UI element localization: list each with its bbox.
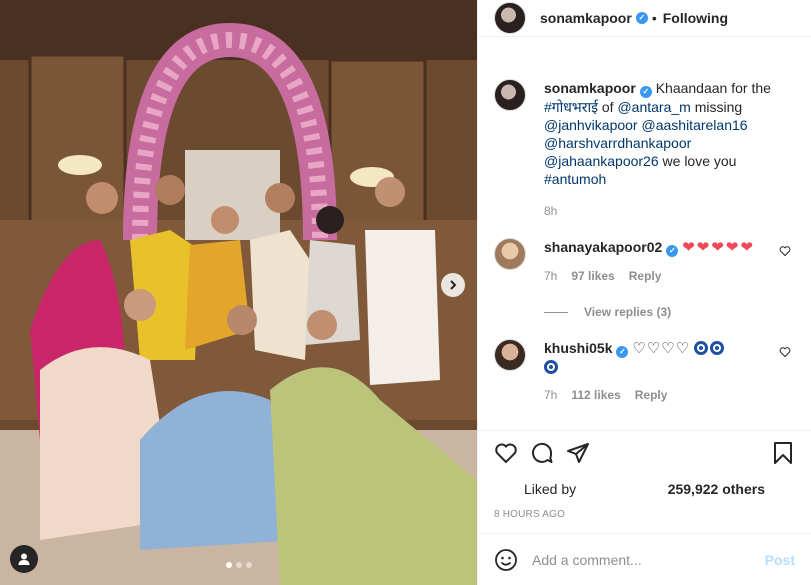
likes-summary: Liked by 259,922 others (494, 481, 795, 497)
post-header: sonamkapoor ✓ • Following (478, 0, 811, 37)
following-button[interactable]: Following (663, 10, 728, 26)
replies-line (544, 311, 568, 313)
carousel-dot (245, 562, 252, 568)
verified-badge-icon: ✓ (666, 245, 679, 257)
mention-link[interactable]: @antara_m (617, 99, 690, 115)
like-icon (779, 246, 791, 257)
caption-text: we love you (662, 153, 737, 169)
next-slide-button[interactable] (441, 273, 465, 297)
hashtag-link[interactable]: #गोधभराई (544, 99, 598, 115)
caption-username[interactable]: sonamkapoor (544, 80, 636, 96)
comment-time[interactable]: 7h (544, 386, 557, 404)
comment-body: khushi05k ✓ ♡♡♡♡ 7h 112 likes Reply (544, 339, 774, 404)
caption-avatar[interactable] (494, 79, 526, 111)
mention-link[interactable]: @aashitarelan16 (642, 117, 748, 133)
view-replies-label: View replies (3) (584, 305, 672, 319)
action-icons (494, 441, 795, 465)
save-button[interactable] (771, 441, 795, 465)
reply-button[interactable]: Reply (635, 386, 668, 404)
mention-link[interactable]: @janhvikapoor (544, 117, 638, 133)
comment-likes[interactable]: 112 likes (571, 386, 620, 404)
caption: sonamkapoor ✓ Khaandaan for the #गोधभराई … (494, 79, 795, 220)
like-icon (495, 443, 517, 464)
hashtag-link[interactable]: #antumoh (544, 171, 606, 187)
comment-text: ❤❤❤❤❤ (682, 239, 756, 256)
caption-body: sonamkapoor ✓ Khaandaan for the #गोधभराई … (544, 79, 771, 220)
comment-composer: Post (478, 533, 811, 585)
view-replies-button[interactable]: View replies (3) (544, 303, 774, 321)
author-username[interactable]: sonamkapoor (540, 10, 632, 26)
reply-button[interactable]: Reply (629, 267, 662, 285)
comment-like-button[interactable] (779, 345, 791, 361)
post-photo[interactable] (0, 0, 477, 585)
commenter-username[interactable]: khushi05k (544, 340, 612, 356)
comment-input[interactable] (532, 551, 765, 568)
caption-text: Khaandaan for the (655, 80, 771, 96)
caption-time[interactable]: 8h (544, 202, 557, 220)
comment-likes[interactable]: 97 likes (571, 267, 614, 285)
like-button[interactable] (494, 441, 518, 465)
comment-meta: 7h 97 likes Reply (544, 267, 774, 285)
nazar-icon (544, 360, 558, 374)
share-button[interactable] (566, 441, 590, 465)
user-tags-button[interactable] (10, 545, 38, 573)
bookmark-icon (774, 442, 792, 464)
commenter-avatar[interactable] (494, 238, 526, 270)
post-timestamp[interactable]: 8 HOURS AGO (494, 509, 795, 520)
comment-button[interactable] (530, 441, 554, 465)
next-arrow-icon (450, 280, 457, 290)
comment-meta: 7h 112 likes Reply (544, 386, 774, 404)
carousel-indicator (0, 562, 477, 568)
nazar-icon (710, 341, 725, 355)
post-details-panel: sonamkapoor ✓ • Following sonamkapoor ✓ K… (477, 0, 811, 585)
share-icon (567, 443, 589, 463)
caption-meta: 8h (544, 202, 771, 220)
emoji-button[interactable] (494, 548, 518, 572)
separator-dot: • (651, 10, 657, 26)
nazar-icon (694, 341, 709, 355)
comment-time[interactable]: 7h (544, 267, 557, 285)
verified-badge-icon: ✓ (635, 12, 648, 24)
carousel-dot (225, 562, 232, 568)
comment-like-button[interactable] (779, 244, 791, 260)
commenter-avatar[interactable] (494, 339, 526, 371)
verified-badge-icon: ✓ (639, 86, 652, 98)
comment-text: ♡♡♡♡ (632, 340, 691, 357)
like-icon (779, 347, 791, 358)
liked-by-label[interactable]: Liked by (524, 481, 576, 497)
comment-item: khushi05k ✓ ♡♡♡♡ 7h 112 likes Reply (494, 339, 795, 404)
comments-list[interactable]: sonamkapoor ✓ Khaandaan for the #गोधभराई … (478, 37, 811, 430)
mention-link[interactable]: @jahaankapoor26 (544, 153, 659, 169)
group-photo (0, 0, 477, 585)
likes-count[interactable]: 259,922 others (668, 481, 765, 497)
caption-text: of (601, 99, 614, 115)
post-comment-button[interactable]: Post (765, 552, 795, 568)
emoji-icon (495, 548, 517, 571)
post-actions: Liked by 259,922 others 8 HOURS AGO (478, 430, 811, 520)
verified-badge-icon: ✓ (616, 346, 629, 358)
commenter-username[interactable]: shanayakapoor02 (544, 239, 662, 255)
comment-item: shanayakapoor02 ✓ ❤❤❤❤❤ 7h 97 likes Reply… (494, 238, 795, 321)
author-avatar[interactable] (494, 2, 526, 34)
caption-text: missing (694, 99, 743, 115)
comment-body: shanayakapoor02 ✓ ❤❤❤❤❤ 7h 97 likes Reply… (544, 238, 774, 321)
carousel-dot (235, 562, 242, 568)
mention-link[interactable]: @harshvarrdhankapoor (544, 135, 691, 151)
comment-icon (532, 442, 553, 463)
